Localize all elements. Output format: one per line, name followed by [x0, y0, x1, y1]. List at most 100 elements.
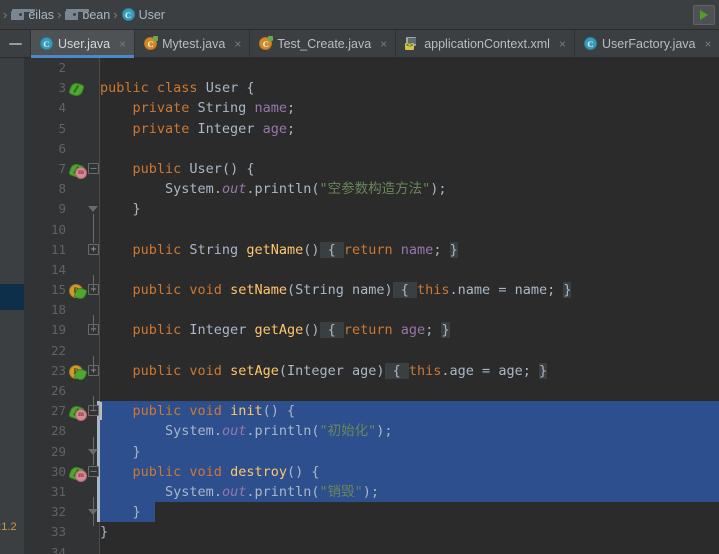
editor-tab-userfactory-java[interactable]: C UserFactory.java ×: [573, 30, 719, 57]
line-number: 4: [58, 100, 66, 116]
code-token: name: [254, 100, 287, 117]
code-line[interactable]: 7 m ‒ public User() {: [0, 159, 719, 179]
code-token: ;: [425, 322, 442, 339]
breadcrumb-item-bean[interactable]: bean: [65, 8, 110, 22]
code-line[interactable]: 23P+ public void setAge(Integer age) { t…: [0, 361, 719, 382]
line-number: 28: [50, 423, 66, 439]
code-token: ;: [433, 241, 450, 258]
code-line[interactable]: 19 + public Integer getAge() { return age…: [0, 320, 719, 340]
code-token: void: [189, 282, 231, 299]
breadcrumb-item-user[interactable]: C User: [121, 8, 165, 22]
code-token: destroy: [230, 463, 287, 480]
code-token: (String name): [286, 282, 393, 299]
spring-bean-method-icon[interactable]: m: [68, 404, 87, 422]
close-icon[interactable]: ×: [559, 37, 566, 51]
line-number: 32: [50, 504, 66, 520]
editor-tab-mytest-java[interactable]: C Mytest.java ×: [134, 30, 249, 57]
fold-collapse-icon[interactable]: ‒: [88, 162, 99, 174]
spring-bean-method-icon[interactable]: m: [68, 162, 87, 179]
code-line[interactable]: 8 System.out.println("空参数构造方法");: [0, 179, 719, 199]
hide-tabs-button[interactable]: [0, 30, 30, 57]
code-line[interactable]: 27 m ‒ public void init() {: [0, 401, 719, 422]
close-icon[interactable]: ×: [380, 37, 387, 51]
close-icon[interactable]: ×: [119, 37, 126, 51]
line-number: 6: [58, 140, 66, 156]
code-line[interactable]: 22: [0, 341, 719, 361]
fold-connector-line: [93, 355, 94, 370]
code-token: out: [221, 483, 247, 500]
line-number: 3: [58, 80, 66, 96]
run-play-icon: [700, 10, 708, 20]
editor-tab-user-java[interactable]: C User.java ×: [30, 30, 135, 58]
code-editor[interactable]: ng:1.2 23public class User {4 private St…: [0, 58, 719, 554]
fold-collapse-icon[interactable]: ‒: [88, 465, 99, 477]
run-button[interactable]: [693, 5, 715, 25]
code-token: .age = age;: [441, 362, 539, 379]
code-token: (Integer age): [278, 362, 385, 379]
line-number: 27: [50, 403, 66, 419]
code-line[interactable]: 15P+ public void setName(String name) { …: [0, 280, 719, 301]
breadcrumb-separator-2: ›: [113, 7, 118, 22]
tab-label: applicationContext.xml: [424, 36, 550, 51]
spring-bean-method-icon[interactable]: m: [68, 464, 87, 482]
text-caret: [100, 402, 102, 421]
code-line[interactable]: 3 public class User {: [0, 78, 719, 99]
code-token: }: [100, 201, 141, 218]
code-line[interactable]: 18: [0, 300, 719, 320]
code-line[interactable]: 9 }: [0, 199, 719, 219]
code-token: age: [400, 322, 426, 339]
code-line[interactable]: 28 System.out.println("初始化");: [0, 421, 719, 442]
line-number: 8: [58, 181, 66, 197]
close-icon[interactable]: ×: [705, 37, 712, 51]
line-number: 34: [50, 544, 66, 554]
code-token: this: [408, 362, 442, 379]
spring-bean-icon[interactable]: [68, 81, 85, 99]
folder-icon: [11, 9, 36, 20]
editor-tab-test-create-java[interactable]: C Test_Create.java ×: [249, 30, 395, 57]
code-line[interactable]: 31 System.out.println("销毁");: [0, 481, 719, 503]
code-line[interactable]: 6: [0, 139, 719, 159]
code-token: ;: [286, 100, 296, 117]
fold-expand-icon[interactable]: +: [88, 243, 99, 255]
code-line[interactable]: 33}: [0, 522, 719, 542]
line-number: 22: [50, 342, 66, 358]
code-line[interactable]: 2: [0, 58, 719, 78]
minus-icon: [8, 42, 22, 45]
code-line[interactable]: 5 private Integer age;: [0, 119, 719, 139]
code-text: public void setAge(Integer age) { this.a…: [100, 361, 548, 381]
code-line[interactable]: 4 private String name;: [0, 98, 719, 118]
code-text: }: [100, 442, 141, 462]
code-line[interactable]: 32 }: [0, 502, 719, 523]
code-token: return: [343, 241, 401, 258]
editor-tab-applicationcontext-xml[interactable]: <> applicationContext.xml ×: [395, 30, 574, 57]
breadcrumb-item-eilas[interactable]: eilas: [11, 8, 54, 22]
code-line[interactable]: 34: [0, 543, 719, 554]
code-token: setName: [230, 282, 287, 299]
spring-bean-property-icon[interactable]: P: [69, 364, 88, 382]
fold-end-icon[interactable]: [88, 206, 99, 213]
code-text: System.out.println("初始化");: [100, 421, 393, 441]
spring-bean-property-icon[interactable]: P: [69, 284, 88, 301]
close-icon[interactable]: ×: [234, 37, 241, 51]
fold-connector-line: [93, 275, 94, 290]
code-token: User: [189, 160, 222, 177]
code-token: void: [189, 403, 231, 420]
code-token: System: [165, 423, 214, 440]
code-line[interactable]: 30 m ‒ public void destroy() {: [0, 461, 719, 482]
code-line[interactable]: 10: [0, 220, 719, 240]
code-token: {: [246, 80, 255, 97]
code-text: System.out.println("销毁");: [100, 482, 379, 502]
code-token: {: [384, 362, 409, 379]
code-token: void: [189, 463, 231, 480]
code-line[interactable]: 29 }: [0, 441, 719, 462]
code-line[interactable]: 14: [0, 260, 719, 280]
code-lines: 2 3 public class User {4 private String na…: [0, 58, 719, 554]
code-line[interactable]: 26: [0, 381, 719, 401]
code-token: .: [213, 423, 222, 440]
code-line[interactable]: 11 + public String getName() { return nam…: [0, 240, 719, 260]
